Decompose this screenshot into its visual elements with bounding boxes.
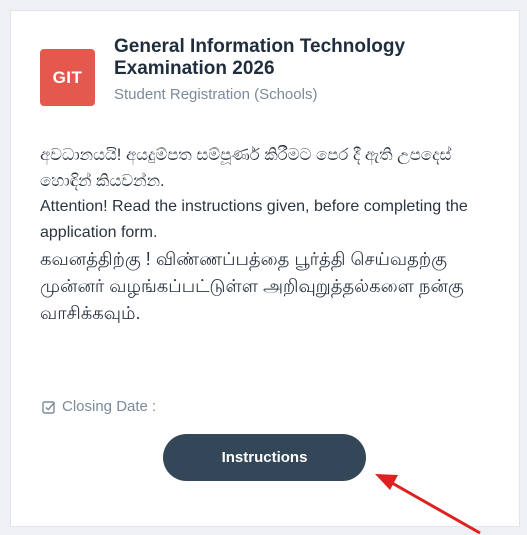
- notice-text: අවධානයයි! අයදුම්පත සම්පූර්ණ කිරීමට පෙර ද…: [40, 142, 490, 327]
- checkbox-calendar-icon: [42, 400, 56, 414]
- exam-title: General Information Technology Examinati…: [114, 36, 406, 79]
- notice-english: Attention! Read the instructions given, …: [40, 198, 468, 241]
- closing-date: Closing Date :: [42, 398, 156, 415]
- instructions-button[interactable]: Instructions: [163, 434, 366, 481]
- exam-subtitle: Student Registration (Schools): [114, 86, 318, 103]
- notice-tamil: கவனத்திற்கு ! விண்ணப்பத்தை பூர்த்தி செய்…: [40, 249, 464, 323]
- notice-sinhala: අවධානයයි! අයදුම්පත සම්පූර්ණ කිරීමට පෙර ද…: [40, 146, 452, 190]
- exam-badge: GIT: [40, 49, 95, 106]
- closing-date-label: Closing Date :: [62, 398, 157, 415]
